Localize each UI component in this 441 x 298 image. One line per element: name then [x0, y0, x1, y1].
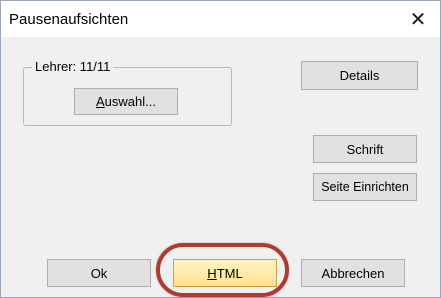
title-bar: Pausenaufsichten ✕ [1, 1, 440, 37]
ok-button[interactable]: Ok [47, 259, 151, 287]
abbrechen-button[interactable]: Abbrechen [301, 259, 405, 287]
html-mnemonic: H [207, 265, 217, 281]
close-icon[interactable]: ✕ [396, 1, 440, 37]
schrift-button[interactable]: Schrift [313, 135, 417, 163]
dialog-window: Pausenaufsichten ✕ Lehrer: 11/11 Auswahl… [0, 0, 441, 298]
details-button[interactable]: Details [301, 61, 418, 90]
auswahl-mnemonic: A [96, 94, 105, 109]
seite-einrichten-button[interactable]: Seite Einrichten [313, 173, 417, 201]
html-button[interactable]: H TML [173, 259, 277, 287]
dialog-title: Pausenaufsichten [9, 11, 129, 28]
group-label: Lehrer: 11/11 [32, 59, 114, 74]
lehrer-group-box: Lehrer: 11/11 Auswahl... [23, 59, 232, 126]
auswahl-button[interactable]: Auswahl... [74, 88, 178, 115]
html-label: TML [216, 265, 243, 281]
auswahl-label: uswahl... [104, 94, 156, 109]
